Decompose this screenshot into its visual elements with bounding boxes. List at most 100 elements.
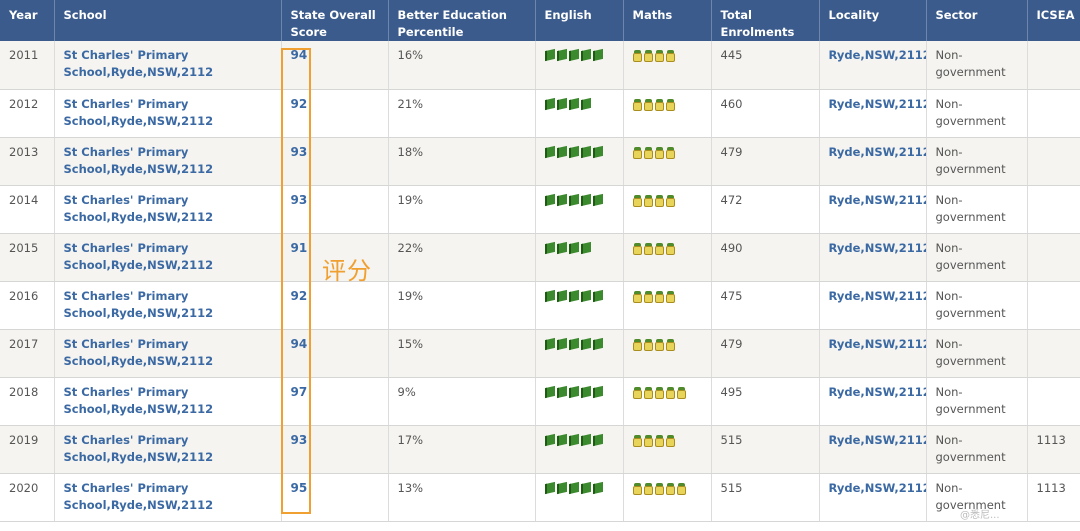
maths-rating [632, 192, 705, 207]
locality-link[interactable]: Ryde,NSW,2112 [829, 145, 926, 159]
header-enrolments[interactable]: Total Enrolments [711, 0, 820, 41]
locality-link[interactable]: Ryde,NSW,2112 [829, 289, 926, 303]
score-link[interactable]: 92 [291, 289, 308, 303]
english-rating [544, 288, 617, 302]
school-link[interactable]: St Charles' Primary School,Ryde,NSW,2112 [64, 145, 214, 176]
locality-link[interactable]: Ryde,NSW,2112 [829, 481, 926, 495]
cell-locality: Ryde,NSW,2112 [819, 41, 927, 90]
cell-maths [623, 137, 712, 186]
cell-icsea [1027, 329, 1080, 378]
cell-year: 2018 [0, 377, 55, 426]
score-link[interactable]: 92 [291, 97, 308, 111]
locality-link[interactable]: Ryde,NSW,2112 [829, 241, 926, 255]
school-link[interactable]: St Charles' Primary School,Ryde,NSW,2112 [64, 48, 214, 79]
school-link[interactable]: St Charles' Primary School,Ryde,NSW,2112 [64, 289, 214, 320]
percentile-value: 9% [397, 384, 416, 399]
enrolments-value: 479 [720, 144, 743, 159]
pineapple-icon [654, 242, 664, 255]
book-icon [592, 385, 603, 398]
book-icon [568, 289, 579, 302]
pineapple-icon [632, 386, 642, 399]
book-icon [580, 433, 591, 446]
book-icon [592, 337, 603, 350]
locality-link[interactable]: Ryde,NSW,2112 [829, 48, 926, 62]
cell-maths [623, 473, 712, 522]
score-link[interactable]: 94 [291, 48, 308, 62]
sector-value: Non-government [935, 336, 1006, 368]
pineapple-icon [643, 386, 653, 399]
sector-value: Non-government [935, 144, 1006, 176]
score-link[interactable]: 95 [291, 481, 308, 495]
score-link[interactable]: 93 [291, 193, 308, 207]
cell-percentile: 21% [388, 89, 536, 138]
cell-locality: Ryde,NSW,2112 [819, 329, 927, 378]
locality-link[interactable]: Ryde,NSW,2112 [829, 337, 926, 351]
cell-school: St Charles' Primary School,Ryde,NSW,2112 [54, 185, 282, 234]
header-english[interactable]: English [535, 0, 624, 41]
locality-link[interactable]: Ryde,NSW,2112 [829, 97, 926, 111]
cell-sector: Non-government [926, 377, 1028, 426]
score-link[interactable]: 94 [291, 337, 308, 351]
header-locality[interactable]: Locality [819, 0, 927, 41]
pineapple-icon [643, 98, 653, 111]
pineapple-icon [632, 146, 642, 159]
book-icon [592, 145, 603, 158]
book-icon [580, 481, 591, 494]
enrolments-value: 495 [720, 384, 743, 399]
percentile-value: 19% [397, 288, 424, 303]
enrolments-value: 515 [720, 432, 743, 447]
cell-year: 2012 [0, 89, 55, 138]
header-row: Year School State Overall Score Better E… [0, 0, 1080, 41]
cell-locality: Ryde,NSW,2112 [819, 137, 927, 186]
cell-enrolments: 445 [711, 41, 820, 90]
school-link[interactable]: St Charles' Primary School,Ryde,NSW,2112 [64, 433, 214, 464]
school-link[interactable]: St Charles' Primary School,Ryde,NSW,2112 [64, 97, 214, 128]
score-link[interactable]: 91 [291, 241, 308, 255]
score-link[interactable]: 93 [291, 145, 308, 159]
sector-value: Non-government [935, 96, 1006, 128]
cell-score: 97 [281, 377, 389, 426]
year-value: 2017 [9, 336, 39, 351]
pineapple-icon [632, 482, 642, 495]
cell-english [535, 137, 624, 186]
english-rating [544, 144, 617, 158]
pineapple-icon [632, 242, 642, 255]
enrolments-value: 460 [720, 96, 743, 111]
book-icon [556, 481, 567, 494]
school-link[interactable]: St Charles' Primary School,Ryde,NSW,2112 [64, 337, 214, 368]
locality-link[interactable]: Ryde,NSW,2112 [829, 193, 926, 207]
book-icon [592, 193, 603, 206]
percentile-value: 22% [397, 240, 424, 255]
sector-value: Non-government [935, 432, 1006, 464]
book-icon [580, 241, 591, 254]
header-sector[interactable]: Sector [926, 0, 1028, 41]
header-school[interactable]: School [54, 0, 282, 41]
header-icsea[interactable]: ICSEA [1027, 0, 1080, 41]
cell-english [535, 329, 624, 378]
score-link[interactable]: 93 [291, 433, 308, 447]
school-link[interactable]: St Charles' Primary School,Ryde,NSW,2112 [64, 385, 214, 416]
score-link[interactable]: 97 [291, 385, 308, 399]
cell-sector: Non-government [926, 281, 1028, 330]
cell-school: St Charles' Primary School,Ryde,NSW,2112 [54, 233, 282, 282]
cell-enrolments: 490 [711, 233, 820, 282]
school-link[interactable]: St Charles' Primary School,Ryde,NSW,2112 [64, 241, 214, 272]
header-percentile[interactable]: Better Education Percentile [388, 0, 536, 41]
school-link[interactable]: St Charles' Primary School,Ryde,NSW,2112 [64, 193, 214, 224]
header-score[interactable]: State Overall Score [281, 0, 389, 41]
locality-link[interactable]: Ryde,NSW,2112 [829, 433, 926, 447]
header-maths[interactable]: Maths [623, 0, 712, 41]
book-icon [556, 48, 567, 62]
sector-value: Non-government [935, 192, 1006, 224]
english-rating [544, 480, 617, 494]
locality-link[interactable]: Ryde,NSW,2112 [829, 385, 926, 399]
school-link[interactable]: St Charles' Primary School,Ryde,NSW,2112 [64, 481, 214, 512]
pineapple-icon [654, 98, 664, 111]
header-year[interactable]: Year [0, 0, 55, 41]
year-value: 2019 [9, 432, 39, 447]
maths-rating [632, 96, 705, 111]
pineapple-icon [632, 290, 642, 303]
english-rating [544, 47, 617, 62]
percentile-value: 21% [397, 96, 424, 111]
cell-year: 2016 [0, 281, 55, 330]
